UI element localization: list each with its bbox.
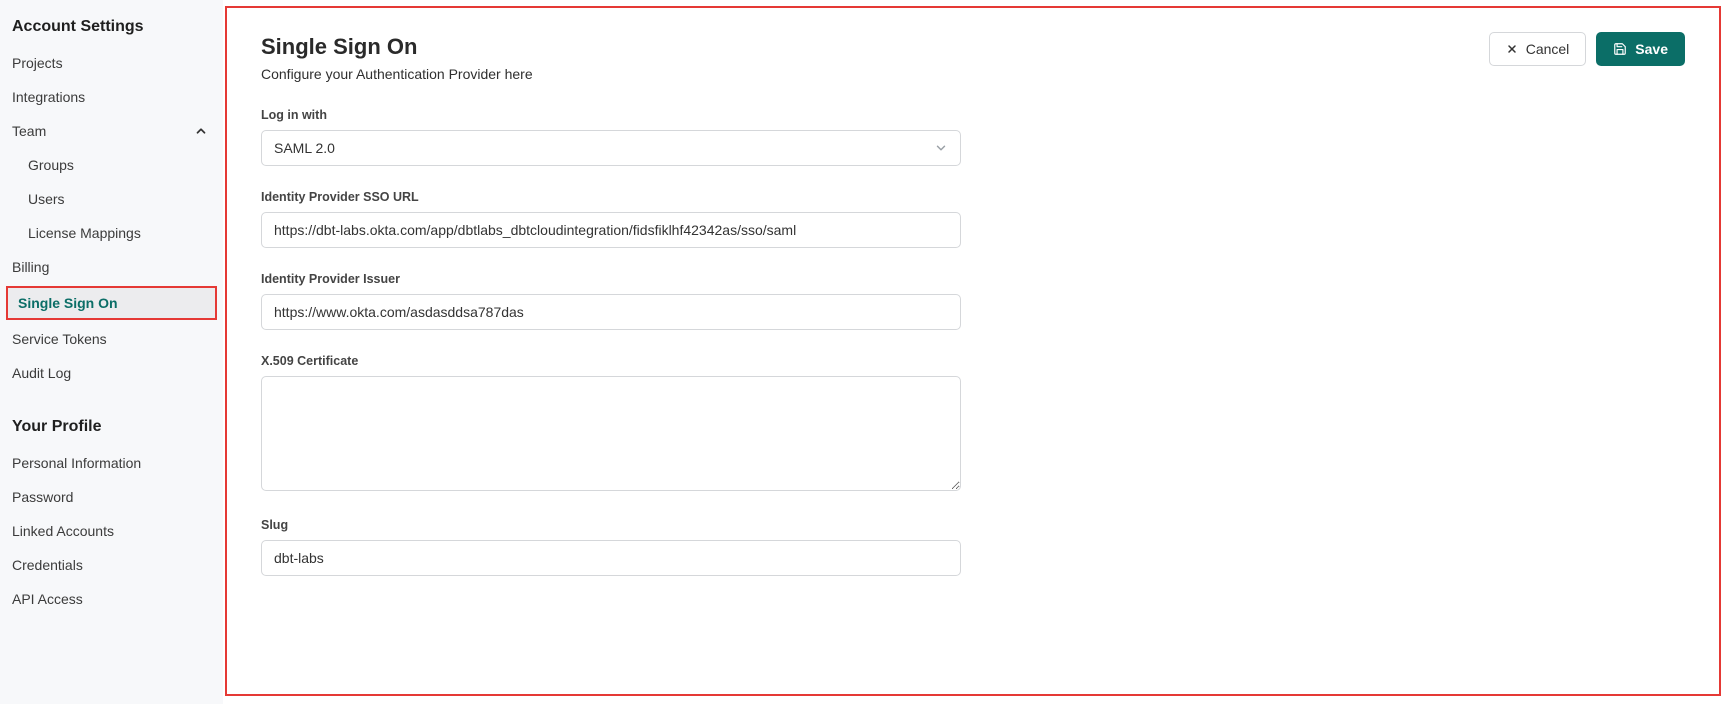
sidebar-item-projects[interactable]: Projects xyxy=(0,46,223,80)
sidebar-item-label: Team xyxy=(12,123,46,139)
sidebar-item-label: Billing xyxy=(12,259,49,275)
button-label: Save xyxy=(1635,41,1668,57)
sidebar-item-label: Credentials xyxy=(12,557,83,573)
button-label: Cancel xyxy=(1526,41,1570,57)
field-login-with: Log in with SAML 2.0 xyxy=(261,108,961,166)
sidebar-item-label: Groups xyxy=(28,157,74,173)
field-label: Identity Provider SSO URL xyxy=(261,190,961,204)
cancel-button[interactable]: Cancel xyxy=(1489,32,1587,66)
field-label: Log in with xyxy=(261,108,961,122)
field-label: Slug xyxy=(261,518,961,532)
field-certificate: X.509 Certificate xyxy=(261,354,961,494)
field-label: Identity Provider Issuer xyxy=(261,272,961,286)
sidebar-item-personal-information[interactable]: Personal Information xyxy=(0,446,223,480)
select-value: SAML 2.0 xyxy=(274,140,335,156)
sidebar-item-label: Password xyxy=(12,489,73,505)
sidebar-item-label: Integrations xyxy=(12,89,85,105)
page-subtitle: Configure your Authentication Provider h… xyxy=(261,66,533,82)
sidebar-item-label: Audit Log xyxy=(12,365,71,381)
sidebar-item-audit-log[interactable]: Audit Log xyxy=(0,356,223,390)
account-settings-heading: Account Settings xyxy=(12,18,211,36)
sidebar-item-password[interactable]: Password xyxy=(0,480,223,514)
page-title: Single Sign On xyxy=(261,34,533,60)
sidebar-item-label: Users xyxy=(28,191,65,207)
sidebar-item-label: API Access xyxy=(12,591,83,607)
sidebar-item-label: Single Sign On xyxy=(18,295,118,311)
sidebar-item-users[interactable]: Users xyxy=(0,182,223,216)
issuer-input[interactable] xyxy=(261,294,961,330)
sidebar-item-billing[interactable]: Billing xyxy=(0,250,223,284)
certificate-textarea[interactable] xyxy=(261,376,961,491)
sidebar-item-label: License Mappings xyxy=(28,225,141,241)
your-profile-heading: Your Profile xyxy=(12,418,211,436)
sidebar: Account Settings Projects Integrations T… xyxy=(0,0,223,704)
header-buttons: Cancel Save xyxy=(1489,32,1685,66)
login-with-select[interactable]: SAML 2.0 xyxy=(261,130,961,166)
sidebar-item-linked-accounts[interactable]: Linked Accounts xyxy=(0,514,223,548)
main-content-highlight: Single Sign On Configure your Authentica… xyxy=(225,6,1721,696)
sidebar-item-api-access[interactable]: API Access xyxy=(0,582,223,616)
sidebar-item-label: Projects xyxy=(12,55,63,71)
sidebar-item-label: Personal Information xyxy=(12,455,141,471)
sidebar-item-label: Service Tokens xyxy=(12,331,107,347)
sidebar-item-groups[interactable]: Groups xyxy=(0,148,223,182)
field-sso-url: Identity Provider SSO URL xyxy=(261,190,961,248)
slug-input[interactable] xyxy=(261,540,961,576)
chevron-down-icon xyxy=(934,141,948,155)
chevron-up-icon xyxy=(193,123,209,139)
sidebar-item-license-mappings[interactable]: License Mappings xyxy=(0,216,223,250)
close-icon xyxy=(1506,43,1518,55)
sidebar-item-label: Linked Accounts xyxy=(12,523,114,539)
sidebar-item-single-sign-on[interactable]: Single Sign On xyxy=(6,286,217,320)
field-issuer: Identity Provider Issuer xyxy=(261,272,961,330)
main-area: Single Sign On Configure your Authentica… xyxy=(223,0,1733,704)
sidebar-item-team[interactable]: Team xyxy=(0,114,223,148)
save-icon xyxy=(1613,42,1627,56)
field-slug: Slug xyxy=(261,518,961,576)
field-label: X.509 Certificate xyxy=(261,354,961,368)
save-button[interactable]: Save xyxy=(1596,32,1685,66)
sso-url-input[interactable] xyxy=(261,212,961,248)
sidebar-item-credentials[interactable]: Credentials xyxy=(0,548,223,582)
sidebar-item-service-tokens[interactable]: Service Tokens xyxy=(0,322,223,356)
sidebar-item-integrations[interactable]: Integrations xyxy=(0,80,223,114)
